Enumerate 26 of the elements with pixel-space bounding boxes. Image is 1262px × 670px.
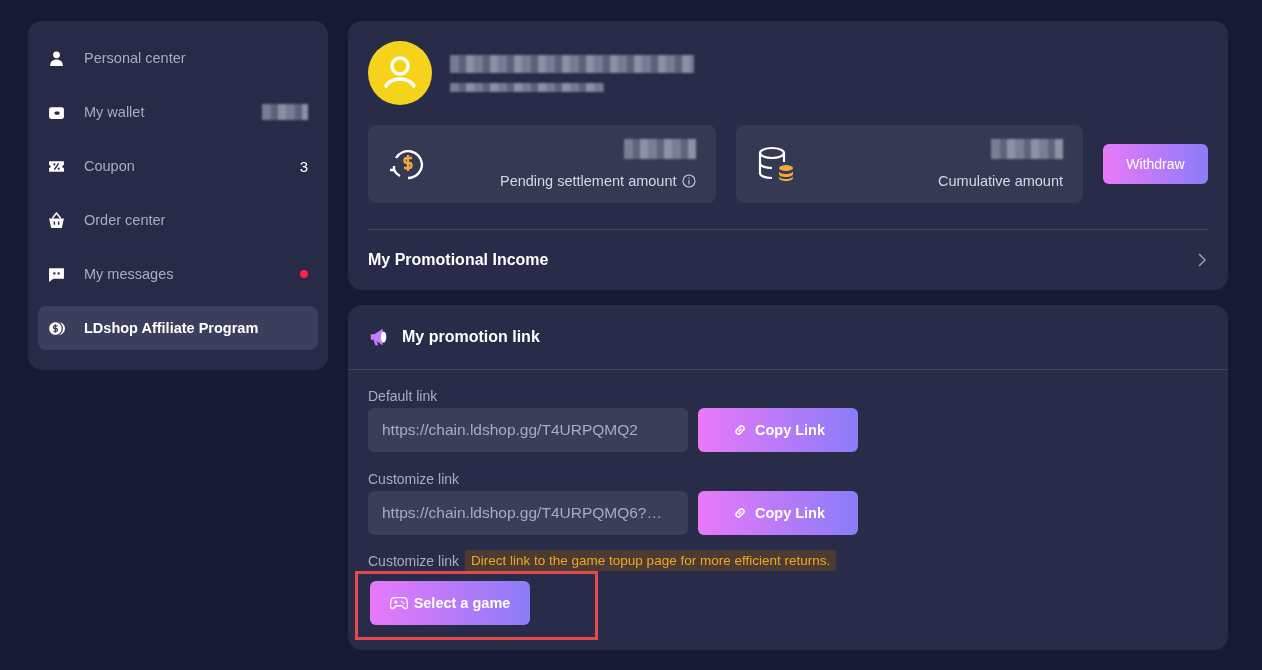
sidebar-item[interactable]: Order center bbox=[38, 198, 318, 242]
stat-label: Pending settlement amount bbox=[499, 173, 677, 189]
coupon-count: 3 bbox=[299, 157, 308, 175]
chevron-right-icon bbox=[1198, 253, 1206, 267]
chat-icon bbox=[48, 265, 65, 283]
stat-label: Cumulative amount bbox=[938, 173, 1063, 189]
income-link[interactable]: My Promotional Income bbox=[368, 229, 1208, 290]
gamepad-icon bbox=[389, 595, 408, 611]
sidebar-item[interactable]: Coupon 3 bbox=[38, 144, 318, 188]
coins-icon bbox=[48, 319, 65, 337]
sidebar-item[interactable]: My wallet bbox=[38, 90, 318, 134]
link-field[interactable]: https://chain.ldshop.gg/T4URPQMQ2 bbox=[368, 408, 688, 452]
link-field[interactable]: https://chain.ldshop.gg/T4URPQMQ6?… bbox=[368, 491, 688, 535]
blurred-amount bbox=[991, 139, 1063, 159]
sidebar-item[interactable]: LDshop Affiliate Program bbox=[38, 306, 318, 350]
section-title: My promotion link bbox=[402, 328, 540, 346]
basket-icon bbox=[48, 211, 65, 229]
tooltip: Direct link to the game topup page for more efficient returns. bbox=[465, 550, 837, 571]
avatar-icon bbox=[368, 41, 432, 105]
field-label: Customize link bbox=[368, 471, 461, 487]
blurred-value bbox=[262, 104, 308, 120]
field-label: Customize link bbox=[368, 552, 460, 569]
sidebar-item[interactable]: Personal center bbox=[38, 36, 318, 80]
field-label: Default link bbox=[368, 388, 439, 404]
sidebar-item[interactable]: My messages bbox=[38, 252, 318, 296]
person-icon bbox=[48, 49, 65, 67]
